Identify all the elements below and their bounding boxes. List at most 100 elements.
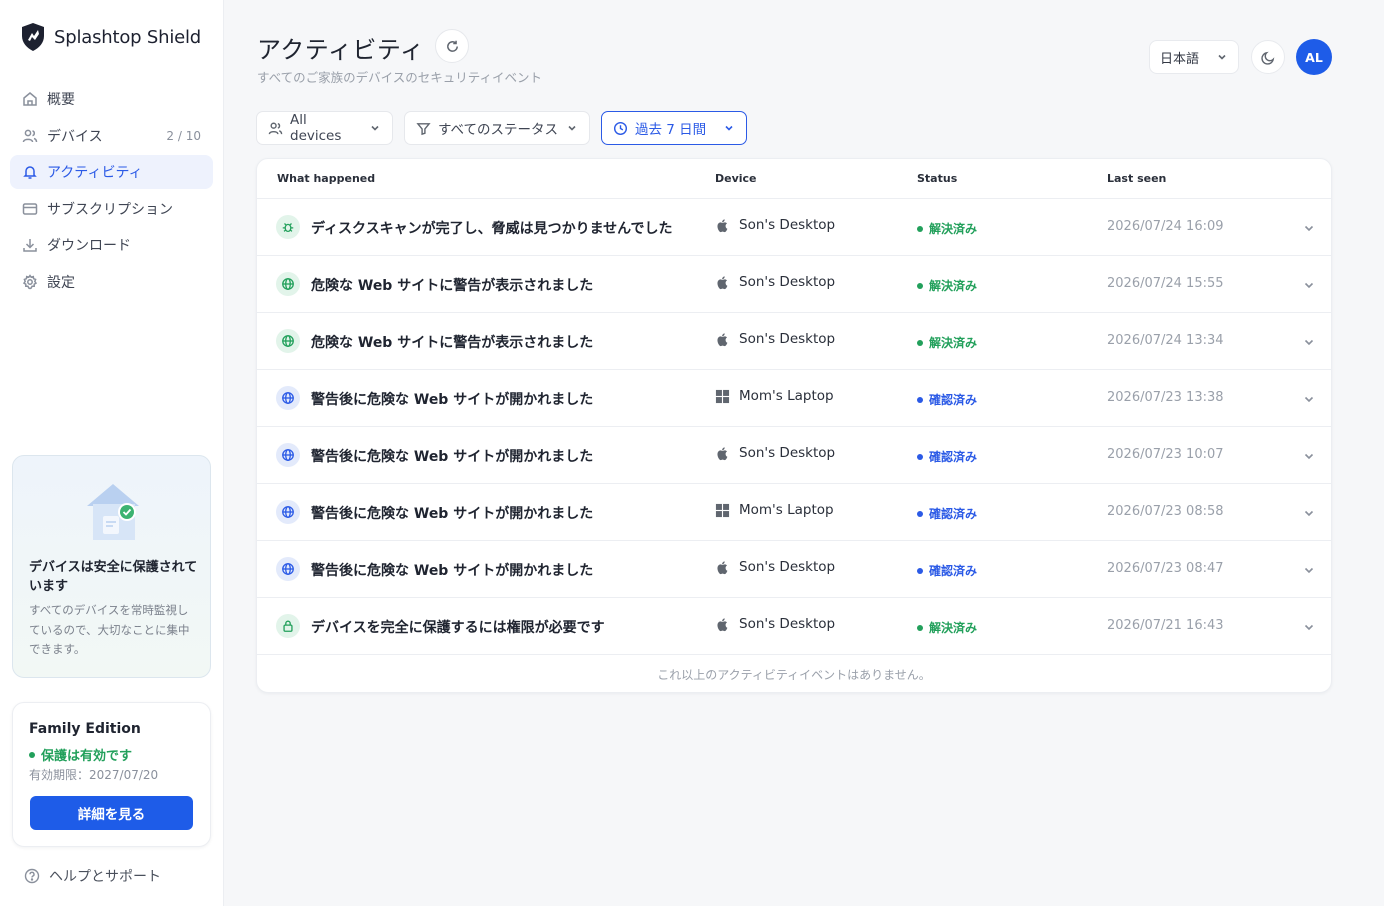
event-description: 危険な Web サイトに警告が表示されました — [311, 278, 594, 294]
sidebar-item-settings[interactable]: 設定 — [10, 265, 213, 299]
brand-logo[interactable]: Splashtop Shield — [20, 22, 201, 52]
status-filter[interactable]: すべてのステータス — [404, 111, 590, 145]
status-dot — [917, 453, 923, 460]
theme-toggle-button[interactable] — [1251, 40, 1285, 74]
expand-row-button[interactable] — [1302, 505, 1316, 519]
status-dot — [917, 396, 923, 403]
table-header: What happened Device Status Last seen — [257, 159, 1331, 199]
sidebar-item-activity[interactable]: アクティビティ — [10, 155, 213, 190]
bug-icon — [276, 215, 300, 239]
last-seen-time: 2026/07/23 13:38 — [1107, 390, 1224, 405]
bell-icon — [22, 164, 38, 180]
globe-icon — [276, 272, 300, 296]
last-seen-time: 2026/07/24 16:09 — [1107, 219, 1224, 234]
table-row[interactable]: 警告後に危険な Web サイトが開かれました Son's Desktop 確認済み 2… — [257, 427, 1331, 484]
chevron-down-icon — [725, 125, 733, 131]
sidebar-item-overview[interactable]: 概要 — [10, 82, 213, 116]
status-dot — [917, 225, 923, 232]
status-dot — [917, 567, 923, 574]
expand-row-button[interactable] — [1302, 334, 1316, 348]
expand-row-button[interactable] — [1302, 277, 1316, 291]
sidebar-item-download[interactable]: ダウンロード — [10, 228, 213, 262]
device-name: Son's Desktop — [739, 274, 836, 290]
status-badge: 確認済み — [917, 505, 977, 522]
brand-name: Splashtop Shield — [54, 26, 202, 48]
device-count-badge: 2 / 10 — [166, 128, 201, 143]
language-label: 日本語 — [1160, 51, 1200, 67]
plan-details-button[interactable]: 詳細を見る — [30, 796, 193, 830]
globe-icon — [276, 329, 300, 353]
last-seen-time: 2026/07/21 16:43 — [1107, 618, 1224, 633]
status-badge: 確認済み — [917, 562, 977, 579]
sidebar-item-label: サブスクリプション — [47, 201, 173, 218]
filter-icon — [416, 122, 431, 135]
globe-icon — [276, 557, 300, 581]
status-badge: 確認済み — [917, 448, 977, 465]
help-support-link[interactable]: ヘルプとサポート — [24, 866, 161, 886]
column-header-status: Status — [917, 172, 958, 185]
device-filter[interactable]: All devices — [256, 111, 393, 145]
expand-row-button[interactable] — [1302, 220, 1316, 234]
chevron-down-icon — [568, 125, 576, 131]
device-cell: Mom's Laptop — [715, 388, 834, 404]
period-filter-label: 過去 7 日間 — [635, 122, 707, 138]
expand-row-button[interactable] — [1302, 619, 1316, 633]
apple-icon — [717, 446, 728, 460]
clock-icon — [613, 121, 628, 135]
globe-icon — [276, 500, 300, 524]
apple-icon — [717, 332, 728, 346]
avatar[interactable]: AL — [1296, 39, 1332, 75]
period-filter[interactable]: 過去 7 日間 — [601, 111, 747, 145]
status-label: 確認済み — [929, 564, 978, 578]
apple-icon — [717, 275, 728, 289]
table-row[interactable]: デバイスを完全に保護するには権限が必要です Son's Desktop 解決済み 20… — [257, 598, 1331, 655]
table-row[interactable]: 警告後に危険な Web サイトが開かれました Mom's Laptop 確認済み 20… — [257, 370, 1331, 427]
event-description: 警告後に危険な Web サイトが開かれました — [311, 392, 594, 408]
last-seen-time: 2026/07/23 08:58 — [1107, 504, 1224, 519]
device-cell: Son's Desktop — [715, 331, 835, 347]
chevron-down-icon — [1304, 453, 1314, 460]
status-filter-label: すべてのステータス — [438, 122, 559, 138]
last-seen-time: 2026/07/24 15:55 — [1107, 276, 1224, 291]
table-row[interactable]: ディスクスキャンが完了し、脅威は見つかりませんでした Son's Desktop 解… — [257, 199, 1331, 256]
chevron-down-icon — [1304, 225, 1314, 232]
sidebar-item-label: デバイス — [47, 128, 103, 145]
status-dot — [917, 339, 923, 346]
event-description: 警告後に危険な Web サイトが開かれました — [311, 506, 594, 522]
chevron-down-icon — [1304, 567, 1314, 574]
expand-row-button[interactable] — [1302, 391, 1316, 405]
sidebar-item-devices[interactable]: デバイス 2 / 10 — [10, 119, 213, 153]
event-description: ディスクスキャンが完了し、脅威は見つかりませんでした — [311, 221, 673, 237]
home-icon — [22, 91, 38, 107]
table-row[interactable]: 警告後に危険な Web サイトが開かれました Mom's Laptop 確認済み 20… — [257, 484, 1331, 541]
table-row[interactable]: 警告後に危険な Web サイトが開かれました Son's Desktop 確認済み 2… — [257, 541, 1331, 598]
status-label: 確認済み — [929, 450, 978, 464]
event-description: 危険な Web サイトに警告が表示されました — [311, 335, 594, 351]
sidebar-item-label: アクティビティ — [47, 165, 143, 182]
refresh-button[interactable] — [435, 29, 469, 63]
status-label: 確認済み — [929, 393, 978, 407]
device-name: Son's Desktop — [739, 559, 836, 575]
apple-icon — [717, 560, 728, 574]
language-select[interactable]: 日本語 — [1149, 40, 1239, 74]
plan-status-label: 保護は有効です — [41, 749, 133, 764]
device-name: Mom's Laptop — [739, 502, 834, 518]
sidebar-item-subscription[interactable]: サブスクリプション — [10, 192, 213, 226]
chevron-down-icon — [1304, 624, 1314, 631]
house-shield-icon — [87, 484, 139, 540]
device-name: Son's Desktop — [739, 331, 836, 347]
status-label: 解決済み — [929, 336, 978, 350]
sidebar-item-label: 設定 — [47, 274, 75, 291]
expand-row-button[interactable] — [1302, 562, 1316, 576]
expand-row-button[interactable] — [1302, 448, 1316, 462]
status-label: 確認済み — [929, 507, 978, 521]
users-icon — [22, 128, 38, 144]
globe-icon — [276, 386, 300, 410]
device-cell: Son's Desktop — [715, 559, 835, 575]
table-row[interactable]: 危険な Web サイトに警告が表示されました Son's Desktop 解決済み 2… — [257, 256, 1331, 313]
column-header-device: Device — [715, 172, 757, 185]
device-name: Son's Desktop — [739, 217, 836, 233]
table-row[interactable]: 危険な Web サイトに警告が表示されました Son's Desktop 解決済み 2… — [257, 313, 1331, 370]
plan-card: Family Edition 保護は有効です 有効期限：2027/07/20 詳… — [12, 702, 211, 847]
lock-icon — [276, 614, 300, 638]
